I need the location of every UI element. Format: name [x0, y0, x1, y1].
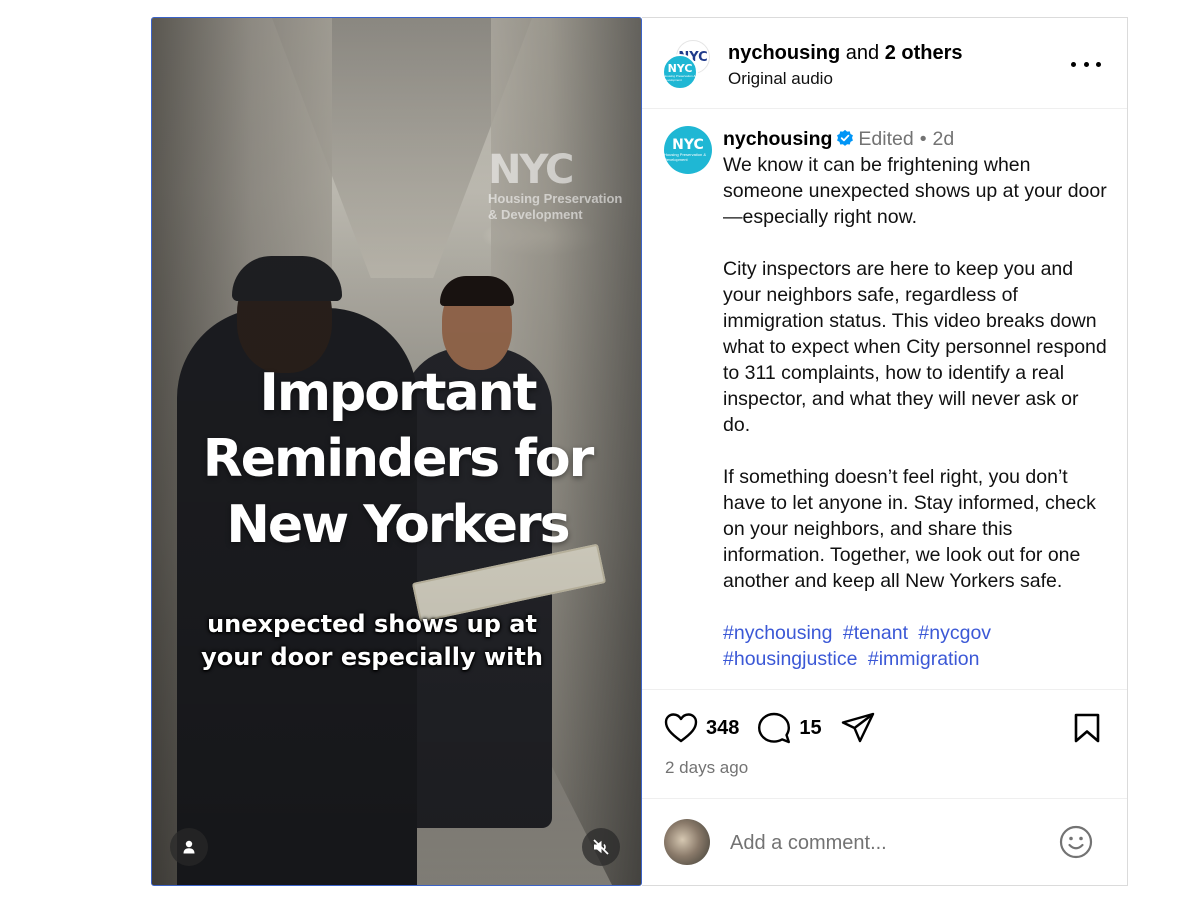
comment-count[interactable]: 15	[799, 717, 821, 740]
comment-composer	[642, 798, 1127, 886]
collab-avatars[interactable]: NYC NYC Housing Preservation & Developme…	[662, 40, 714, 92]
save-button[interactable]	[1073, 712, 1101, 749]
tagged-users-button[interactable]	[170, 828, 208, 866]
comment-input[interactable]	[730, 829, 1020, 857]
emoji-icon	[1059, 825, 1093, 859]
avatar-logo-text: NYC	[667, 61, 693, 75]
caption-body: nychousing Edited • 2d We know it can be f…	[723, 126, 1108, 672]
like-action: 348	[664, 712, 739, 744]
header-username-link[interactable]: nychousing	[728, 42, 840, 64]
share-icon[interactable]	[840, 711, 876, 745]
header-text: nychousing and 2 others Original audio	[728, 40, 963, 90]
hashtag-link[interactable]: #nychousing	[723, 622, 833, 644]
more-horizontal-icon	[1083, 61, 1089, 67]
edited-label: Edited	[858, 128, 914, 150]
emoji-picker-button[interactable]	[1059, 825, 1093, 864]
overlay-title-line: Important	[259, 363, 538, 423]
more-options-button[interactable]	[1071, 52, 1101, 76]
overlay-title-line: Reminders for	[202, 429, 595, 489]
watermark-line2: & Development	[488, 207, 583, 222]
post-actions: 348 15 2 days ago	[642, 689, 1127, 799]
hashtag-link[interactable]: #immigration	[868, 648, 980, 670]
mute-toggle-button[interactable]	[582, 828, 620, 866]
collab-avatar-primary[interactable]: NYC Housing Preservation & Development	[662, 54, 698, 90]
caption-username-link[interactable]: nychousing	[723, 128, 832, 150]
audio-link[interactable]: Original audio	[728, 68, 963, 90]
video-player[interactable]: NYC Housing Preservation & Development I…	[151, 17, 642, 886]
hpd-watermark: NYC Housing Preservation & Development	[488, 150, 622, 222]
avatar-logo-text: NYC	[672, 137, 704, 153]
speaker-muted-icon	[593, 839, 609, 855]
post-timestamp[interactable]: 2 days ago	[665, 758, 748, 778]
collab-usernames: nychousing and 2 others	[728, 40, 963, 66]
hashtag-link[interactable]: #tenant	[843, 622, 908, 644]
watermark-logo: NYC	[488, 147, 574, 193]
meta-separator: •	[919, 128, 927, 150]
comment-icon[interactable]	[757, 711, 791, 745]
avatar-logo-subtext: Housing Preservation & Development	[664, 152, 707, 162]
caption-paragraph: If something doesn’t feel right, you don…	[723, 466, 1096, 592]
overlay-title-line: New Yorkers	[226, 495, 570, 555]
post-header: NYC NYC Housing Preservation & Developme…	[642, 18, 1127, 109]
comment-action: 15	[757, 711, 822, 745]
hashtag-list: #nychousing #tenant #nycgov #housingjust…	[723, 620, 1108, 672]
subtitle-line: unexpected shows up at	[207, 610, 537, 638]
header-connector: and	[840, 42, 885, 64]
action-row: 348 15	[664, 710, 894, 746]
caption-paragraph: City inspectors are here to keep you and…	[723, 258, 1107, 436]
heart-icon[interactable]	[664, 712, 698, 744]
post-caption-area[interactable]: NYC Housing Preservation & Development n…	[642, 110, 1127, 688]
more-horizontal-icon	[1071, 61, 1076, 67]
header-others-link[interactable]: 2 others	[885, 42, 963, 64]
video-subtitle: unexpected shows up at your door especia…	[152, 608, 592, 674]
watermark-line1: Housing Preservation	[488, 191, 623, 206]
avatar-logo-subtext: Housing Preservation & Development	[664, 73, 696, 82]
subtitle-line: your door especially with	[201, 643, 543, 671]
caption-meta-line: nychousing Edited • 2d	[723, 126, 1108, 152]
like-count[interactable]: 348	[706, 717, 739, 740]
person-icon	[183, 840, 195, 854]
hashtag-link[interactable]: #nycgov	[918, 622, 991, 644]
verified-badge-icon	[837, 129, 854, 146]
share-action	[840, 711, 876, 745]
caption-avatar[interactable]: NYC Housing Preservation & Development	[664, 126, 712, 174]
bookmark-icon	[1074, 713, 1100, 743]
more-horizontal-icon	[1096, 61, 1101, 67]
current-user-avatar[interactable]	[664, 819, 710, 865]
post-age[interactable]: 2d	[933, 128, 955, 150]
hashtag-link[interactable]: #housingjustice	[723, 648, 857, 670]
caption-paragraph: We know it can be frightening when someo…	[723, 154, 1107, 228]
video-overlay-title: Important Reminders for New Yorkers	[152, 360, 641, 558]
post-details-panel: NYC NYC Housing Preservation & Developme…	[642, 17, 1128, 886]
